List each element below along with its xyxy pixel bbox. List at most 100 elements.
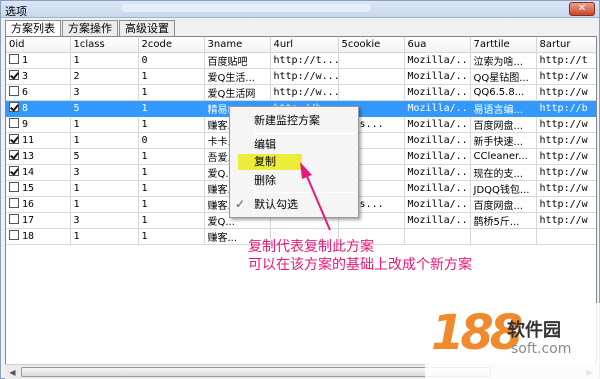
row-checkbox[interactable] [9,134,19,144]
table-cell: 1 [70,180,139,197]
table-cell: Mozilla/... [404,164,471,181]
table-cell [470,228,537,245]
table-cell: QQ星钻图... [470,68,537,85]
row-id: 18 [22,231,35,242]
scroll-thumb[interactable] [21,367,491,377]
table-cell: CCleaner... [470,148,537,165]
table-cell: 3 [6,68,71,85]
col-header-8artur[interactable]: 8artur [536,37,596,53]
table-cell: Mozilla/... [404,180,471,197]
row-checkbox[interactable] [9,54,19,64]
context-menu: 新建监控方案 编辑 复制 删除 ✓ 默认勾选 [229,106,359,218]
table-cell: 1 [70,116,139,133]
row-checkbox[interactable] [9,182,19,192]
table-cell: Mozilla/... [404,212,471,229]
row-id: 6 [22,87,29,98]
scroll-left-arrow-icon[interactable]: ◀ [7,367,18,378]
title-bar: 选项 ✕ [1,1,599,18]
table-cell: 17 [6,212,71,229]
table-cell: 百度网盘... [470,196,537,213]
col-header-4url[interactable]: 4url [270,37,339,53]
row-checkbox[interactable] [9,214,19,224]
menu-item-delete[interactable]: 删除 [254,173,276,189]
table-cell: http://t [536,52,596,69]
menu-item-new-scheme[interactable]: 新建监控方案 [254,113,320,129]
table-cell [536,228,596,245]
row-checkbox[interactable] [9,150,19,160]
table-cell [338,52,405,69]
table-cell: Mozilla/... [404,68,471,85]
row-id: 16 [22,199,35,210]
table-cell: 6 [6,84,71,101]
table-row[interactable]: 1 1 0 百度贴吧 http://t... Mozilla/... 泣索为啥... http… [6,52,596,69]
col-header-2code[interactable]: 2code [138,37,205,53]
row-checkbox[interactable] [9,118,19,128]
table-row[interactable]: 3 2 1 爱Q生活... http://w... Mozilla/... QQ星钻图...… [6,68,596,85]
table-cell: 鹊桥5斤... [470,212,537,229]
watermark-logo: 188 软件园 soft.com [425,303,600,379]
row-checkbox[interactable] [9,70,19,80]
table-cell: Mozilla/... [404,148,471,165]
watermark-number: 188 [431,305,523,361]
menu-item-default-check[interactable]: 默认勾选 [254,197,298,213]
row-checkbox[interactable] [9,198,19,208]
table-cell: QQ6.5.8... [470,84,537,101]
menu-item-copy[interactable]: 复制 [238,154,302,170]
table-cell: http://w [536,148,596,165]
table-cell [338,84,405,101]
tab-scheme-operations[interactable]: 方案操作 [62,20,118,36]
table-cell: 新手快速... [470,132,537,149]
watermark-site: soft.com [511,341,572,357]
tab-scheme-list[interactable]: 方案列表 [5,20,61,37]
table-cell: 11 [6,132,71,149]
table-cell: JDQQ钱包... [470,180,537,197]
col-header-5cookie[interactable]: 5cookie [338,37,405,53]
col-header-1class[interactable]: 1class [70,37,139,53]
row-id: 9 [22,119,29,130]
row-id: 8 [22,103,29,114]
table-cell: 5 [70,100,139,117]
table-cell: 1 [6,52,71,69]
table-cell: http://w... [270,84,339,101]
col-header-3name[interactable]: 3name [204,37,271,53]
table-cell: 1 [138,164,205,181]
table-cell: 3 [70,212,139,229]
window-title: 选项 [5,5,27,18]
table-row[interactable]: 6 3 1 爱Q生活网 http://w... Mozilla/... QQ6.5.8...… [6,84,596,101]
header-row: 0id 1class 2code 3name 4url 5cookie 6ua … [6,37,596,53]
table-cell: 16 [6,196,71,213]
table-cell: Mozilla/... [404,132,471,149]
row-checkbox[interactable] [9,166,19,176]
close-button[interactable]: ✕ [569,2,595,16]
col-header-6ua[interactable]: 6ua [404,37,471,53]
table-cell: 3 [70,84,139,101]
table-cell: 1 [138,116,205,133]
table-cell: Mozilla/... [404,196,471,213]
row-checkbox[interactable] [9,102,19,112]
table-cell: http://w [536,196,596,213]
annotation-line-1: 复制代表复制此方案 [248,239,374,255]
table-cell: 1 [70,228,139,245]
table-cell: http://w [536,180,596,197]
row-id: 11 [22,135,35,146]
col-header-7arttile[interactable]: 7arttile [470,37,537,53]
tab-advanced-settings[interactable]: 高级设置 [119,20,175,36]
table-cell: 1 [70,132,139,149]
row-id: 17 [22,215,35,226]
annotation-text: 复制代表复制此方案 可以在该方案的基础上改成个新方案 [248,238,472,274]
table-cell: http://w... [270,68,339,85]
table-cell: 2 [70,68,139,85]
table-cell: 1 [138,180,205,197]
table-cell: 百度网盘... [470,116,537,133]
row-checkbox[interactable] [9,86,19,96]
table-cell: Mozilla/... [404,84,471,101]
table-cell: 15 [6,180,71,197]
table-cell: Mozilla/... [404,52,471,69]
tab-strip: 方案列表 方案操作 高级设置 [5,20,176,37]
menu-item-edit[interactable]: 编辑 [254,137,276,153]
col-header-0id[interactable]: 0id [6,37,71,53]
title-ghost-text [121,4,371,12]
table-cell: http://t... [270,52,339,69]
row-checkbox[interactable] [9,230,19,240]
table-cell: 1 [138,100,205,117]
